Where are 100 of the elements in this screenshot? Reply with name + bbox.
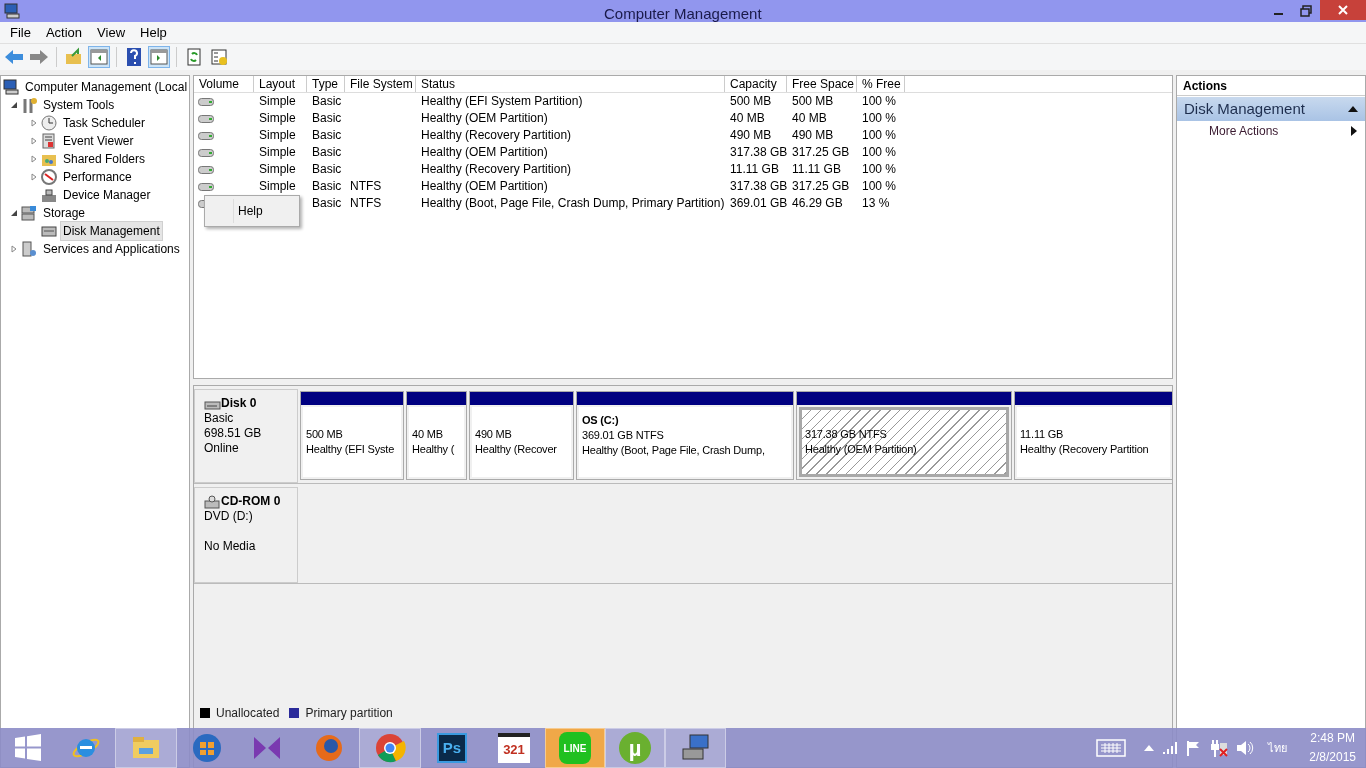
table-cell-text: 100 % <box>861 144 898 161</box>
signal-bars-icon[interactable] <box>1162 741 1179 755</box>
globe-icon <box>190 732 223 764</box>
partition-block[interactable]: OS (C:) 369.01 GB NTFS Healthy (Boot, Page File, Crash Dump, <box>576 391 794 480</box>
expand-arrow-icon[interactable] <box>30 119 38 127</box>
drive-icon <box>198 148 214 157</box>
show-hidden-icons-icon[interactable] <box>1144 745 1155 751</box>
partition-block[interactable]: 490 MB Healthy (Recover <box>469 391 574 480</box>
chat-bubble-icon: LINE <box>559 732 591 764</box>
disk-detail: Online <box>204 441 240 456</box>
tree-item[interactable]: Event Viewer <box>60 131 137 151</box>
server-icon <box>21 241 37 257</box>
table-cell-text: NTFS <box>349 178 383 195</box>
partition-block[interactable]: 11.11 GB Healthy (Recovery Partition <box>1014 391 1173 480</box>
tree-item[interactable]: Shared Folders <box>60 149 149 169</box>
table-cell-text: Simple <box>258 161 297 178</box>
disk-drive-icon <box>41 223 57 239</box>
column-header[interactable]: File System <box>345 76 416 92</box>
table-cell-text: Basic <box>311 110 343 127</box>
column-header[interactable]: % Free <box>857 76 905 92</box>
menu-item[interactable]: Help <box>233 199 299 223</box>
table-cell-text: 317.38 GB <box>729 178 787 195</box>
table-cell-text: 13 % <box>861 195 891 212</box>
column-header[interactable]: Status <box>416 76 725 92</box>
collapse-arrow-icon[interactable] <box>10 101 18 109</box>
partition-block[interactable]: 40 MB Healthy ( <box>406 391 467 480</box>
table-cell-text: 11.11 GB <box>729 161 780 178</box>
keyboard-icon[interactable] <box>1096 739 1127 757</box>
action-item[interactable]: More Actions <box>1177 121 1365 141</box>
close-button[interactable] <box>1320 0 1366 20</box>
column-header[interactable]: Volume <box>194 76 254 92</box>
tree-item[interactable]: Disk Management <box>60 221 163 241</box>
table-cell-text: Healthy (OEM Partition) <box>420 110 549 127</box>
taskbar-button[interactable]: 321 <box>483 728 545 768</box>
collapse-arrow-icon[interactable] <box>10 209 18 217</box>
partition-status: Healthy (OEM Partition) <box>805 442 918 457</box>
partition-size: 317.38 GB NTFS <box>805 427 888 442</box>
table-cell-text: 317.25 GB <box>791 144 851 161</box>
section-header[interactable]: Disk Management <box>1177 97 1365 121</box>
table-cell-text: 100 % <box>861 127 898 144</box>
partition-size: 500 MB <box>306 427 344 442</box>
expand-arrow-icon[interactable] <box>30 155 38 163</box>
tree-item[interactable]: Services and Applications <box>40 239 183 259</box>
back-arrow-icon <box>4 47 24 67</box>
table-cell-text: Basic <box>311 161 343 178</box>
table-cell-text: 369.01 GB <box>729 195 787 212</box>
menu-item[interactable]: File <box>3 22 38 43</box>
properties-icon <box>209 47 229 67</box>
disk-detail: DVD (D:) <box>204 509 254 524</box>
tools-icon <box>21 97 37 113</box>
expand-arrow-icon[interactable] <box>10 245 18 253</box>
submenu-arrow-icon <box>1351 126 1357 136</box>
speaker-icon[interactable] <box>1236 740 1255 756</box>
toolbar-button[interactable] <box>208 46 230 68</box>
partition-status: Healthy (Recover <box>475 442 558 457</box>
taskbar-button[interactable] <box>665 728 726 768</box>
table-cell-text: 100 % <box>861 178 898 195</box>
menu-item[interactable]: Action <box>38 22 90 43</box>
computer-icon <box>4 3 20 19</box>
tree-item[interactable]: System Tools <box>40 95 118 115</box>
table-cell-text: Healthy (Recovery Partition) <box>420 161 573 178</box>
window-title: Computer Management <box>604 4 762 24</box>
help-icon <box>124 47 144 67</box>
drive-icon <box>198 165 214 174</box>
table-cell-text: 46.29 GB <box>791 195 844 212</box>
expand-arrow-icon[interactable] <box>30 137 38 145</box>
partition-status: Healthy (Boot, Page File, Crash Dump, <box>582 443 766 458</box>
printer-icon <box>41 187 57 203</box>
tree-item[interactable]: Computer Management (Local <box>22 77 191 97</box>
clock-icon <box>41 115 57 131</box>
power-plug-icon[interactable] <box>1210 739 1229 757</box>
drive-icon <box>198 114 214 123</box>
menu-item[interactable]: Help <box>133 22 174 43</box>
drive-icon <box>198 131 214 140</box>
partition-size: 369.01 GB NTFS <box>582 428 665 443</box>
column-header[interactable]: Capacity <box>725 76 787 92</box>
tree-item[interactable]: Task Scheduler <box>60 113 149 133</box>
taskbar-button[interactable] <box>359 728 421 768</box>
partition-header-bar <box>407 392 466 405</box>
partition-block[interactable]: 500 MB Healthy (EFI Syste <box>300 391 404 480</box>
expand-arrow-icon[interactable] <box>30 173 38 181</box>
disk-detail: Basic <box>204 411 235 426</box>
column-header[interactable]: Layout <box>254 76 307 92</box>
menu-item[interactable]: View <box>90 22 133 43</box>
event-log-icon <box>41 133 57 149</box>
disk-name: Disk 0 <box>221 396 257 411</box>
tree-item[interactable]: Device Manager <box>60 185 154 205</box>
chrome-ball-icon <box>374 732 406 764</box>
refresh-icon <box>184 47 204 67</box>
column-header[interactable]: Type <box>307 76 345 92</box>
tree-item[interactable]: Storage <box>40 203 89 223</box>
partition-block[interactable]: 317.38 GB NTFS Healthy (OEM Partition) <box>796 391 1012 480</box>
column-header[interactable]: Free Space <box>787 76 857 92</box>
taskbar-button[interactable]: Ps <box>421 728 483 768</box>
pane-icon <box>89 47 109 67</box>
partition-status: Healthy (EFI Syste <box>306 442 396 457</box>
table-cell-text: 317.38 GB <box>729 144 787 161</box>
tree-item[interactable]: Performance <box>60 167 135 187</box>
table-cell-text: Simple <box>258 178 297 195</box>
drive-icon <box>198 182 214 191</box>
